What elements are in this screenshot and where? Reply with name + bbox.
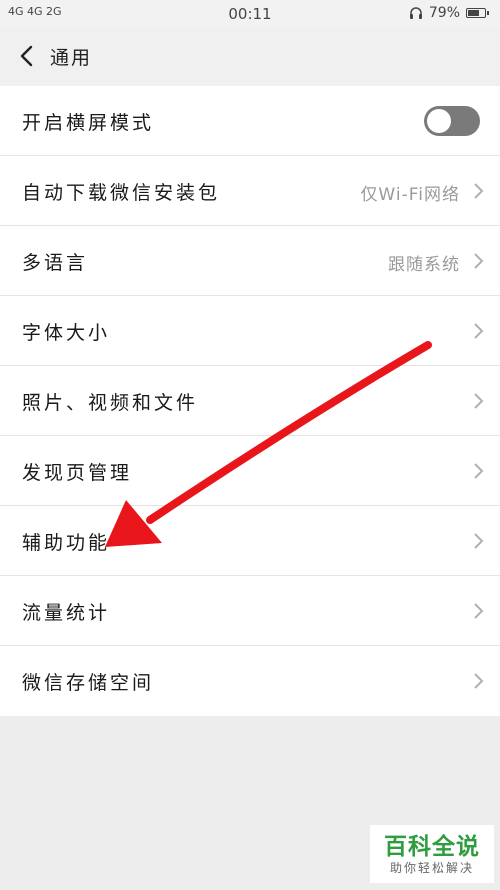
status-bar: 4G 4G 2G 00:11 79% — [0, 0, 500, 28]
row-label: 字体大小 — [22, 322, 111, 344]
back-button[interactable] — [16, 42, 40, 70]
row-value: 跟随系统 — [388, 255, 460, 275]
settings-row-data-usage[interactable]: 流量统计 — [0, 576, 500, 646]
chevron-right-icon — [474, 393, 484, 409]
row-label: 多语言 — [22, 252, 89, 274]
page-title: 通用 — [50, 47, 93, 69]
row-label: 辅助功能 — [22, 532, 111, 554]
row-value: 仅Wi-Fi网络 — [360, 185, 460, 205]
settings-row-discover[interactable]: 发现页管理 — [0, 436, 500, 506]
toggle-knob — [427, 109, 451, 133]
row-label: 开启横屏模式 — [22, 112, 155, 134]
chevron-right-icon — [474, 533, 484, 549]
settings-row-language[interactable]: 多语言 跟随系统 — [0, 226, 500, 296]
chevron-right-icon — [474, 603, 484, 619]
headset-icon — [409, 7, 422, 19]
watermark-subtitle: 助你轻松解决 — [389, 861, 474, 875]
chevron-left-icon — [20, 45, 33, 67]
settings-row-landscape[interactable]: 开启横屏模式 — [0, 86, 500, 156]
chevron-right-icon — [474, 673, 484, 689]
row-label: 照片、视频和文件 — [22, 392, 199, 414]
watermark: 百科全说 助你轻松解决 — [370, 825, 494, 883]
row-label: 发现页管理 — [22, 462, 133, 484]
row-label: 微信存储空间 — [22, 672, 155, 694]
battery-percent: 79% — [428, 5, 460, 21]
landscape-toggle[interactable] — [424, 106, 480, 136]
settings-row-accessibility[interactable]: 辅助功能 — [0, 506, 500, 576]
row-label: 流量统计 — [22, 602, 111, 624]
chevron-right-icon — [474, 183, 484, 199]
status-right: 79% — [409, 5, 489, 21]
row-label: 自动下载微信安装包 — [22, 182, 221, 204]
chevron-right-icon — [474, 253, 484, 269]
navigation-bar: 通用 — [0, 28, 500, 86]
watermark-title: 百科全说 — [384, 834, 480, 860]
settings-row-media[interactable]: 照片、视频和文件 — [0, 366, 500, 436]
chevron-right-icon — [474, 463, 484, 479]
settings-list: 开启横屏模式 自动下载微信安装包 仅Wi-Fi网络 多语言 跟随系统 字体大小 … — [0, 86, 500, 716]
chevron-right-icon — [474, 323, 484, 339]
battery-icon — [466, 8, 489, 18]
settings-row-auto-download[interactable]: 自动下载微信安装包 仅Wi-Fi网络 — [0, 156, 500, 226]
settings-row-font-size[interactable]: 字体大小 — [0, 296, 500, 366]
settings-row-storage[interactable]: 微信存储空间 — [0, 646, 500, 716]
